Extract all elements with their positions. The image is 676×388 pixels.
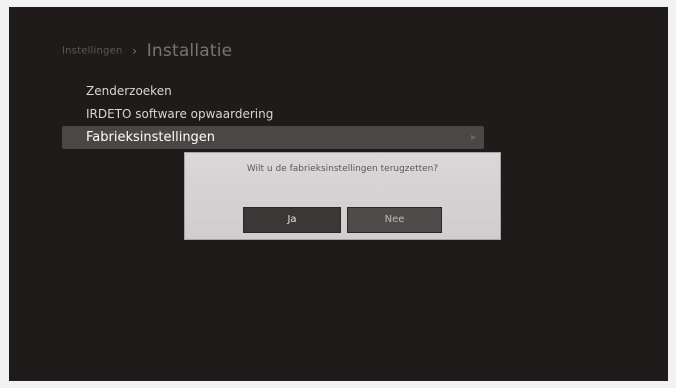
installation-menu: Zenderzoeken IRDETO software opwaarderin… bbox=[62, 80, 484, 149]
menu-item-channel-search[interactable]: Zenderzoeken bbox=[62, 80, 484, 103]
dialog-message: Wilt u de fabrieksinstellingen terugzett… bbox=[246, 164, 439, 174]
breadcrumb-parent[interactable]: Instellingen bbox=[62, 46, 122, 57]
confirm-dialog: Wilt u de fabrieksinstellingen terugzett… bbox=[184, 152, 501, 240]
tv-screen: Instellingen › Installatie Zenderzoeken … bbox=[9, 7, 668, 381]
tv-frame: Instellingen › Installatie Zenderzoeken … bbox=[0, 0, 676, 388]
menu-item-label: Fabrieksinstellingen bbox=[86, 130, 216, 145]
chevron-right-icon: ▸ bbox=[470, 132, 476, 143]
menu-item-factory-settings[interactable]: Fabrieksinstellingen ▸ bbox=[62, 126, 484, 149]
breadcrumb-current: Installatie bbox=[146, 41, 233, 61]
no-button[interactable]: Nee bbox=[347, 207, 442, 233]
menu-item-label: IRDETO software opwaardering bbox=[86, 107, 274, 121]
breadcrumb-separator: › bbox=[132, 44, 138, 58]
menu-item-software-upgrade[interactable]: IRDETO software opwaardering bbox=[62, 103, 484, 126]
menu-item-label: Zenderzoeken bbox=[86, 84, 172, 98]
breadcrumb: Instellingen › Installatie bbox=[62, 41, 232, 65]
yes-button[interactable]: Ja bbox=[243, 207, 341, 233]
